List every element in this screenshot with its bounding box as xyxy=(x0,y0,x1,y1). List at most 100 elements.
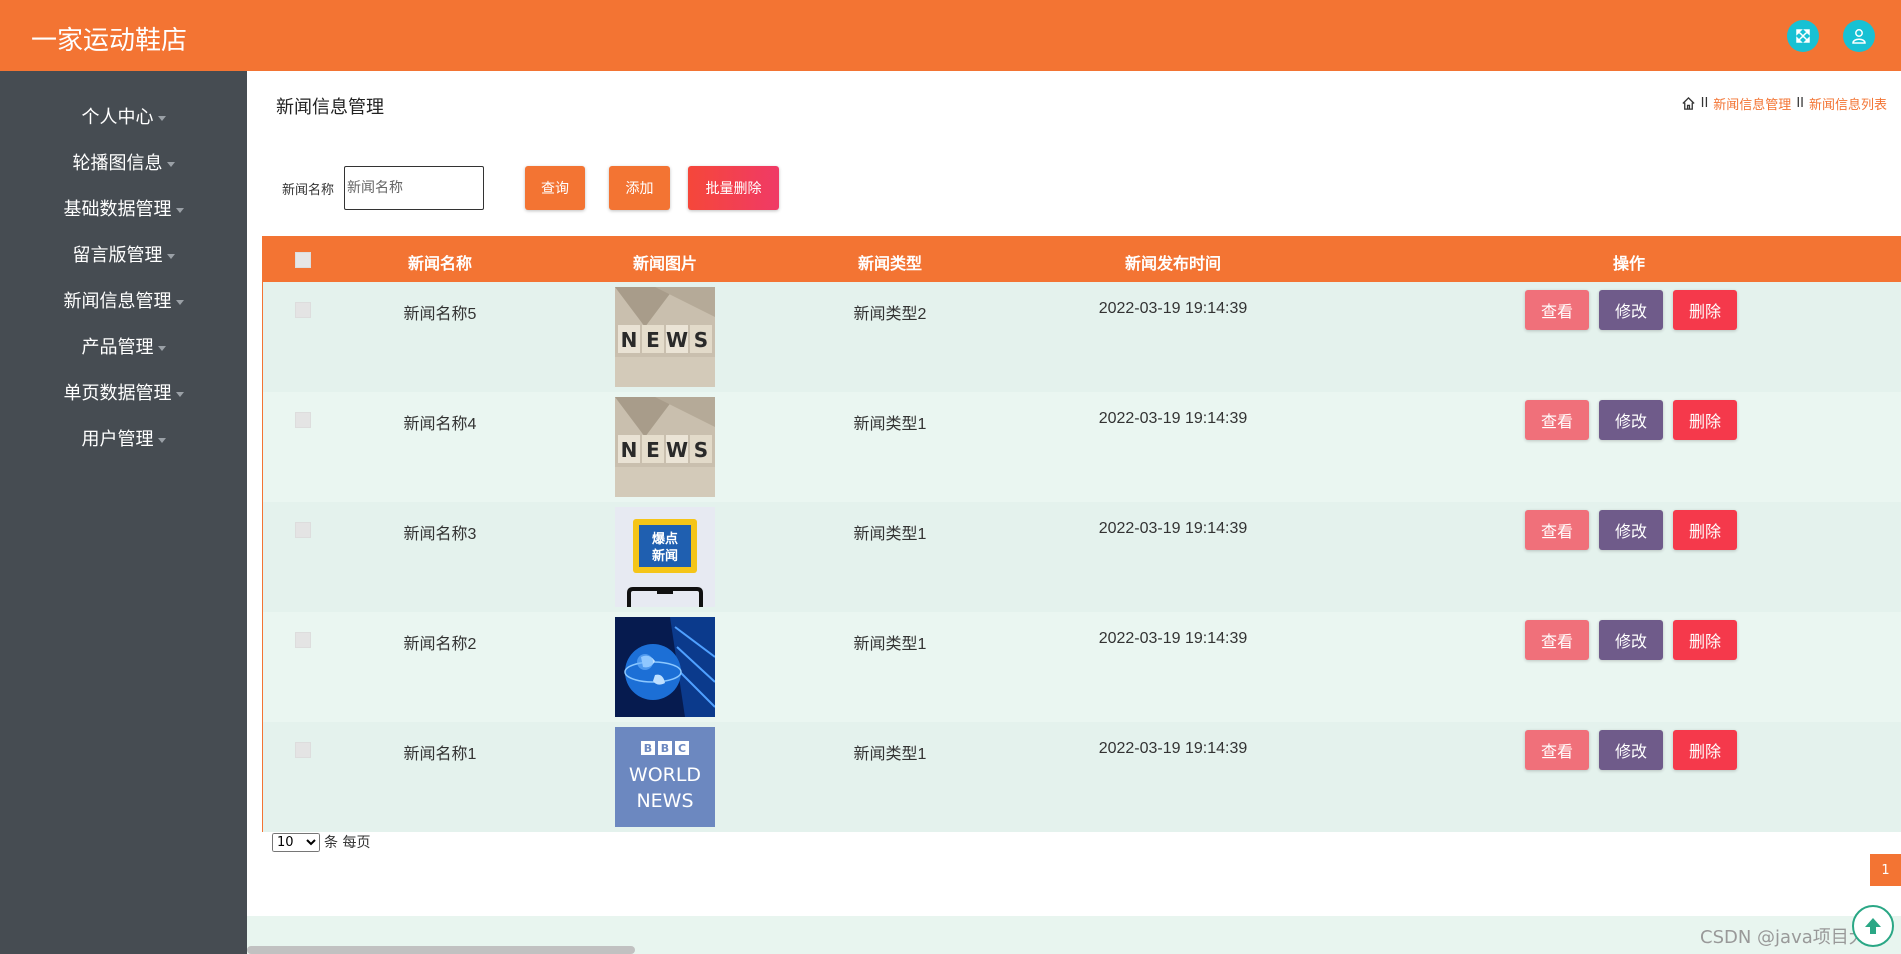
sidebar-item-label: 基础数据管理 xyxy=(63,199,172,220)
chevron-down-icon xyxy=(175,299,184,305)
table-header: 新闻名称 新闻图片 新闻类型 新闻发布时间 操作 xyxy=(263,237,1901,282)
news-name: 新闻名称4 xyxy=(403,416,477,433)
app-title: 一家运动鞋店 xyxy=(31,26,188,56)
svg-text:S: S xyxy=(694,438,708,462)
sidebar-item-label: 新闻信息管理 xyxy=(63,291,172,312)
breadcrumb: II 新闻信息管理 II 新闻信息列表 xyxy=(1681,94,1887,113)
svg-text:S: S xyxy=(694,328,708,352)
svg-text:N: N xyxy=(621,438,638,462)
news-image xyxy=(615,617,715,717)
svg-text:W: W xyxy=(666,438,688,462)
news-type: 新闻类型1 xyxy=(853,746,927,763)
breadcrumb-separator: II xyxy=(1796,96,1804,111)
delete-button[interactable]: 删除 xyxy=(1673,400,1737,440)
column-header[interactable]: 新闻名称 xyxy=(408,250,472,274)
query-button[interactable]: 查询 xyxy=(525,166,585,210)
news-image: N E W S xyxy=(615,397,715,497)
column-header[interactable]: 新闻类型 xyxy=(858,250,922,274)
sidebar-item-news[interactable]: 新闻信息管理 xyxy=(0,287,247,313)
chevron-down-icon xyxy=(175,207,184,213)
svg-text:N: N xyxy=(621,328,638,352)
delete-button[interactable]: 删除 xyxy=(1673,290,1737,330)
sidebar-item-carousel[interactable]: 轮播图信息 xyxy=(0,149,247,175)
edit-button[interactable]: 修改 xyxy=(1599,730,1663,770)
row-checkbox[interactable] xyxy=(295,522,311,538)
breadcrumb-separator: II xyxy=(1700,96,1709,111)
news-name: 新闻名称3 xyxy=(403,526,477,543)
row-checkbox[interactable] xyxy=(295,302,311,318)
news-type: 新闻类型2 xyxy=(853,306,927,323)
page-number-button[interactable]: 1 xyxy=(1870,854,1901,886)
sidebar-item-users[interactable]: 用户管理 xyxy=(0,425,247,451)
svg-text:W: W xyxy=(666,328,688,352)
sidebar-item-message-board[interactable]: 留言版管理 xyxy=(0,241,247,267)
edit-button[interactable]: 修改 xyxy=(1599,620,1663,660)
column-header: 操作 xyxy=(1612,254,1646,273)
news-table: 新闻名称 新闻图片 新闻类型 新闻发布时间 操作 新闻名称5 N E W S 新… xyxy=(262,236,1901,832)
edit-button[interactable]: 修改 xyxy=(1599,400,1663,440)
svg-text:C: C xyxy=(678,742,686,755)
edit-button[interactable]: 修改 xyxy=(1599,290,1663,330)
column-header[interactable]: 新闻图片 xyxy=(633,250,697,274)
sidebar-item-basic-data[interactable]: 基础数据管理 xyxy=(0,195,247,221)
chevron-down-icon xyxy=(166,161,175,167)
news-publish-time: 2022-03-19 19:14:39 xyxy=(1098,300,1248,317)
chevron-down-icon xyxy=(166,253,175,259)
sidebar-item-label: 单页数据管理 xyxy=(63,383,172,404)
horizontal-scrollbar[interactable] xyxy=(247,946,635,954)
search-input[interactable] xyxy=(344,166,484,210)
view-button[interactable]: 查看 xyxy=(1525,290,1589,330)
news-publish-time: 2022-03-19 19:14:39 xyxy=(1098,630,1248,647)
row-checkbox[interactable] xyxy=(295,742,311,758)
delete-button[interactable]: 删除 xyxy=(1673,730,1737,770)
edit-button[interactable]: 修改 xyxy=(1599,510,1663,550)
table-row[interactable]: 新闻名称4 N E W S 新闻类型1 2022-03-19 19:14:39 … xyxy=(263,392,1901,502)
fullscreen-icon[interactable] xyxy=(1787,20,1819,52)
svg-text:新闻: 新闻 xyxy=(652,548,678,564)
news-type: 新闻类型1 xyxy=(853,526,927,543)
delete-button[interactable]: 删除 xyxy=(1673,620,1737,660)
news-publish-time: 2022-03-19 19:14:39 xyxy=(1098,740,1248,757)
news-type: 新闻类型1 xyxy=(853,416,927,433)
sidebar-item-label: 用户管理 xyxy=(81,429,154,450)
view-button[interactable]: 查看 xyxy=(1525,620,1589,660)
sidebar-item-personal-center[interactable]: 个人中心 xyxy=(0,103,247,129)
svg-text:E: E xyxy=(646,328,660,352)
news-publish-time: 2022-03-19 19:14:39 xyxy=(1098,520,1248,537)
back-to-top-button[interactable] xyxy=(1852,905,1894,947)
table-row[interactable]: 新闻名称2 新闻类型1 2022-03-19 19:14:39 查看 修改 删除 xyxy=(263,612,1901,722)
sidebar-item-products[interactable]: 产品管理 xyxy=(0,333,247,359)
add-button[interactable]: 添加 xyxy=(609,166,670,210)
breadcrumb-item[interactable]: 新闻信息列表 xyxy=(1809,94,1887,113)
table-row[interactable]: 新闻名称1 B B C WORLD NEWS 新闻类型1 2022-03-19 … xyxy=(263,722,1901,832)
svg-text:NEWS: NEWS xyxy=(636,790,693,812)
breadcrumb-item[interactable]: 新闻信息管理 xyxy=(1713,94,1791,113)
news-image: B B C WORLD NEWS xyxy=(615,727,715,827)
table-row[interactable]: 新闻名称3 爆点 新闻 新闻类型1 2022-03-19 19:14:39 查看… xyxy=(263,502,1901,612)
sidebar-item-label: 个人中心 xyxy=(81,107,154,128)
select-all-checkbox[interactable] xyxy=(295,252,311,268)
column-header[interactable]: 新闻发布时间 xyxy=(1125,250,1221,274)
view-button[interactable]: 查看 xyxy=(1525,730,1589,770)
page-size-select[interactable]: 10 xyxy=(272,832,320,852)
view-button[interactable]: 查看 xyxy=(1525,400,1589,440)
sidebar-item-label: 产品管理 xyxy=(81,337,154,358)
row-checkbox[interactable] xyxy=(295,632,311,648)
news-image: N E W S xyxy=(615,287,715,387)
user-icon[interactable] xyxy=(1843,20,1875,52)
news-image: 爆点 新闻 xyxy=(615,507,715,607)
home-icon[interactable] xyxy=(1681,96,1696,111)
delete-button[interactable]: 删除 xyxy=(1673,510,1737,550)
per-page-label: 条 每页 xyxy=(324,835,371,851)
row-checkbox[interactable] xyxy=(295,412,311,428)
table-row[interactable]: 新闻名称5 N E W S 新闻类型2 2022-03-19 19:14:39 … xyxy=(263,282,1901,392)
news-publish-time: 2022-03-19 19:14:39 xyxy=(1098,410,1248,427)
chevron-down-icon xyxy=(157,437,166,443)
news-name: 新闻名称5 xyxy=(403,306,477,323)
arrow-up-icon xyxy=(1865,918,1881,934)
chevron-down-icon xyxy=(175,391,184,397)
batch-delete-button[interactable]: 批量删除 xyxy=(688,166,779,210)
view-button[interactable]: 查看 xyxy=(1525,510,1589,550)
chevron-down-icon xyxy=(157,115,166,121)
sidebar-item-single-page[interactable]: 单页数据管理 xyxy=(0,379,247,405)
